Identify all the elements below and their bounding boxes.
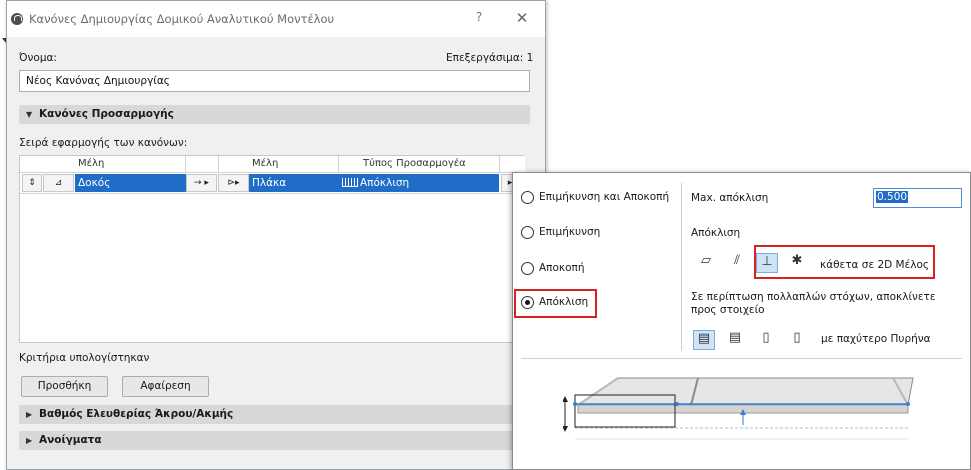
adjuster-popup-panel: Επιμήκυνση και Αποκοπή Επιμήκυνση Αποκοπ… — [512, 172, 971, 470]
option-extend-trim-label: Επιμήκυνση και Αποκοπή — [539, 191, 670, 203]
plane-offset-icon[interactable]: ▱ — [695, 253, 717, 273]
criteria-label: Κριτήρια υπολογίστηκαν — [19, 352, 150, 364]
max-offset-input[interactable]: 0.500 — [873, 188, 962, 208]
member1-cell[interactable]: Δοκός — [75, 174, 186, 192]
radio-trim[interactable] — [521, 262, 534, 275]
radio-extend[interactable] — [521, 226, 534, 239]
max-offset-label: Max. απόκλιση — [691, 192, 769, 204]
multi-target-label: Σε περίπτωση πολλαπλών στόχων, αποκλίνετ… — [691, 291, 936, 316]
panel-divider — [681, 183, 682, 351]
dialog-window: Κανόνες Δημιουργίας Δομικού Αναλυτικού Μ… — [6, 0, 546, 470]
hatch-icon — [342, 178, 358, 187]
section-end-freedom-label: Βαθμός Ελευθερίας Άκρου/Ακμής — [39, 408, 234, 420]
column-header-adjuster: Τύπος Προσαρμογέα — [363, 158, 466, 169]
editable-count-label: Επεξεργάσιμα: 1 — [446, 52, 534, 64]
beam-type-icon[interactable]: ⊿ — [43, 174, 74, 192]
section-openings-label: Ανοίγματα — [39, 434, 102, 446]
column-divider — [499, 156, 500, 173]
column-header-member2: Μέλη — [252, 158, 279, 169]
rules-table: Μέλη Μέλη Τύπος Προσαρμογέα ⇕ ⊿ Δοκός → … — [19, 155, 525, 343]
adjuster-cell-text: Απόκλιση — [360, 177, 410, 189]
app-logo-icon — [11, 13, 23, 25]
slab-type-icon[interactable]: ⊳▸ — [218, 174, 249, 192]
thickest-core-icon[interactable]: ▤ — [693, 330, 715, 350]
chevron-right-icon: ▶ — [26, 410, 33, 419]
max-thickness-icon[interactable]: ▯ — [786, 330, 808, 350]
panel-divider — [521, 358, 962, 359]
drag-handle-icon[interactable]: ⇕ — [22, 174, 42, 192]
radio-offset[interactable] — [521, 296, 534, 309]
arrow-right-icon[interactable]: → ▸ — [186, 174, 217, 192]
title-bar: Κανόνες Δημιουργίας Δομικού Αναλυτικού Μ… — [7, 1, 545, 37]
column-divider — [185, 156, 186, 173]
option-extend-label: Επιμήκυνση — [539, 226, 601, 238]
offset-preview-illustration — [563, 377, 914, 440]
section-adjust-rules[interactable]: ▼ Κανόνες Προσαρμογής — [19, 105, 530, 124]
chevron-down-icon: ▼ — [26, 110, 33, 119]
help-button[interactable]: ? — [469, 10, 489, 28]
radio-extend-trim[interactable] — [521, 191, 534, 204]
min-thickness-icon[interactable]: ▯ — [755, 330, 777, 350]
section-end-freedom[interactable]: ▶ Βαθμός Ελευθερίας Άκρου/Ακμής — [19, 405, 530, 424]
remove-button[interactable]: Αφαίρεση — [122, 376, 209, 397]
add-button[interactable]: Προσθήκη — [21, 376, 108, 397]
table-header: Μέλη Μέλη Τύπος Προσαρμογέα — [20, 156, 525, 173]
core-label: με παχύτερο Πυρήνα — [821, 333, 931, 345]
chevron-right-icon: ▶ — [26, 436, 33, 445]
adjuster-cell[interactable]: Απόκλιση — [339, 174, 499, 192]
offset-label: Απόκλιση — [691, 227, 741, 239]
column-divider — [218, 156, 219, 173]
max-offset-value: 0.500 — [876, 191, 909, 203]
thickest-layer-icon[interactable]: ▤ — [724, 330, 746, 350]
close-button[interactable]: ✕ — [511, 9, 533, 29]
perpendicular-label: κάθετα σε 2D Μέλος — [820, 259, 930, 271]
name-label: Όνομα: — [19, 52, 57, 64]
section-openings[interactable]: ▶ Ανοίγματα — [19, 431, 530, 450]
table-row[interactable]: ⇕ ⊿ Δοκός → ▸ ⊳▸ Πλάκα Απόκλιση ▸ — [20, 173, 525, 194]
angled-offset-icon[interactable]: ⫽ — [726, 253, 748, 273]
rule-order-label: Σειρά εφαρμογής των κανόνων: — [19, 137, 188, 149]
section-adjust-rules-label: Κανόνες Προσαρμογής — [39, 108, 174, 120]
member2-cell[interactable]: Πλάκα — [249, 174, 339, 192]
column-divider — [338, 156, 339, 173]
rule-name-input[interactable] — [19, 70, 530, 92]
option-offset-label: Απόκλιση — [539, 296, 589, 308]
column-header-member1: Μέλη — [78, 158, 105, 169]
dialog-title: Κανόνες Δημιουργίας Δομικού Αναλυτικού Μ… — [29, 12, 335, 26]
option-trim-label: Αποκοπή — [539, 262, 585, 274]
